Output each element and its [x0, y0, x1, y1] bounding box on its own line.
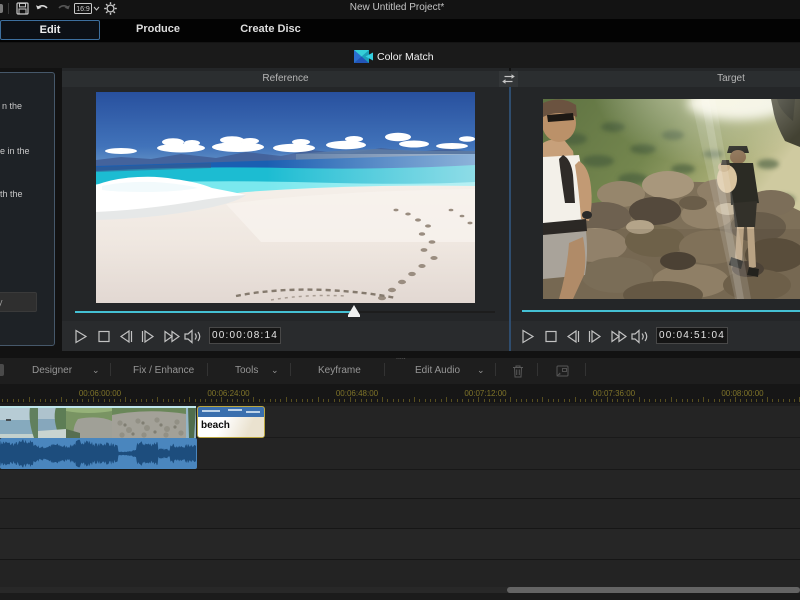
svg-text:16:9: 16:9 — [76, 6, 90, 13]
